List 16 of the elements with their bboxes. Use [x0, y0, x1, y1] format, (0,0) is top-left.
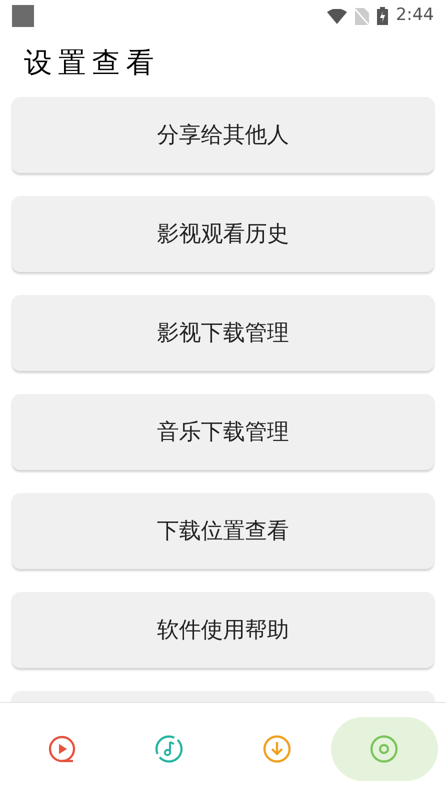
page-title: 设置查看: [24, 45, 160, 81]
menu-button[interactable]: 分享给其他人: [12, 97, 434, 173]
menu-button[interactable]: 影视下载管理: [12, 295, 434, 371]
music-disc-icon: [154, 734, 184, 764]
status-time: 2:44: [396, 4, 434, 28]
notification-icon: [12, 5, 34, 27]
no-sim-icon: [354, 8, 369, 24]
menu-button[interactable]: 音乐下载管理: [12, 394, 434, 470]
download-icon: [262, 734, 292, 764]
menu-button[interactable]: 影视观看历史: [12, 196, 434, 272]
wifi-icon: [326, 8, 347, 24]
battery-charging-icon: [376, 7, 388, 25]
menu-button[interactable]: 软件使用帮助: [12, 592, 434, 668]
menu-button[interactable]: 下载位置查看: [12, 493, 434, 569]
settings-icon: [369, 734, 400, 764]
play-icon: [46, 734, 77, 764]
